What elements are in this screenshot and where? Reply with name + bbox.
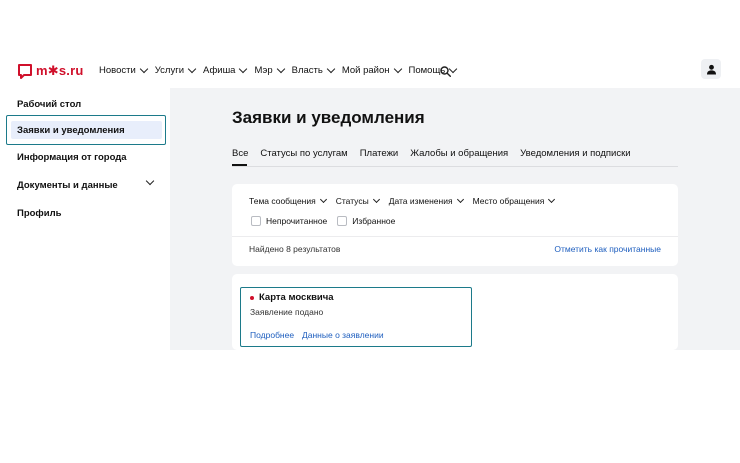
chevron-down-icon (319, 195, 327, 204)
nav-item-news[interactable]: Новости (99, 64, 149, 76)
tab-payments[interactable]: Платежи (360, 148, 399, 159)
chevron-down-icon (393, 64, 402, 74)
result-status: Заявление подано (250, 307, 324, 317)
list-item[interactable]: Карта москвича Заявление подано Подробне… (240, 287, 472, 347)
nav-item-government[interactable]: Власть (292, 64, 336, 76)
sidebar: Рабочий стол Заявки и уведомления Информ… (0, 88, 170, 350)
main-content: Заявки и уведомления Все Статусы по услу… (170, 88, 740, 350)
tabs-divider (232, 166, 678, 167)
user-icon (706, 64, 716, 74)
filter-date-changed[interactable]: Дата изменения (389, 195, 464, 206)
tabs: Все Статусы по услугам Платежи Жалобы и … (232, 148, 643, 159)
unread-checkbox[interactable]: Непрочитанное (251, 216, 327, 226)
profile-button[interactable] (701, 59, 721, 79)
top-header: m✱s.ru Новости Услуги Афиша Мэр Власть М… (0, 56, 740, 86)
chevron-down-icon (239, 64, 248, 74)
nav-item-afisha[interactable]: Афиша (203, 64, 248, 76)
chevron-down-icon (326, 64, 336, 74)
details-link[interactable]: Подробнее (250, 330, 294, 340)
results-count: Найдено 8 результатов (249, 244, 341, 254)
checkbox-box[interactable] (251, 216, 261, 226)
result-card: Карта москвича Заявление подано Подробне… (232, 274, 678, 350)
filter-panel: Тема сообщения Статусы Дата изменения Ме… (232, 184, 678, 266)
search-icon[interactable] (440, 66, 451, 77)
sidebar-item-documents[interactable]: Документы и данные (17, 180, 118, 191)
chevron-down-icon (456, 195, 464, 204)
checkbox-row: Непрочитанное Избранное (251, 216, 405, 226)
result-title[interactable]: Карта москвича (259, 292, 334, 303)
mark-read-link[interactable]: Отметить как прочитанные (554, 244, 661, 254)
sidebar-item-profile[interactable]: Профиль (17, 208, 61, 219)
nav-item-my-district[interactable]: Мой район (342, 64, 402, 76)
page-title: Заявки и уведомления (232, 108, 425, 127)
logo-icon (18, 63, 32, 79)
sidebar-item-requests[interactable]: Заявки и уведомления (6, 115, 166, 145)
divider (232, 236, 678, 237)
request-data-link[interactable]: Данные о заявлении (302, 330, 384, 340)
unread-dot (250, 296, 254, 300)
filter-row: Тема сообщения Статусы Дата изменения Ме… (249, 195, 564, 206)
site-logo[interactable]: m✱s.ru (18, 63, 84, 79)
chevron-down-icon (548, 195, 556, 204)
checkbox-box[interactable] (337, 216, 348, 226)
nav-item-services[interactable]: Услуги (155, 64, 197, 76)
sidebar-item-city-info[interactable]: Информация от города (17, 152, 127, 163)
favorites-checkbox[interactable]: Избранное (337, 216, 395, 226)
logo-text: m✱s.ru (36, 63, 84, 78)
sidebar-item-dashboard[interactable]: Рабочий стол (17, 99, 81, 110)
main-nav: Новости Услуги Афиша Мэр Власть Мой райо… (99, 64, 464, 76)
chevron-down-icon (276, 64, 285, 74)
nav-item-mayor[interactable]: Мэр (254, 64, 285, 76)
filter-place[interactable]: Место обращения (473, 195, 556, 206)
active-tab-indicator (232, 164, 247, 166)
tab-complaints[interactable]: Жалобы и обращения (410, 148, 508, 159)
filter-statuses[interactable]: Статусы (336, 195, 380, 206)
tab-service-statuses[interactable]: Статусы по услугам (260, 148, 347, 159)
chevron-down-icon[interactable] (145, 176, 155, 186)
chevron-down-icon (139, 64, 149, 74)
tab-all[interactable]: Все (232, 148, 248, 159)
chevron-down-icon (372, 195, 380, 204)
tab-notifications[interactable]: Уведомления и подписки (520, 148, 630, 159)
sidebar-item-label: Заявки и уведомления (17, 125, 125, 136)
chevron-down-icon (187, 64, 197, 74)
filter-topic[interactable]: Тема сообщения (249, 195, 327, 206)
